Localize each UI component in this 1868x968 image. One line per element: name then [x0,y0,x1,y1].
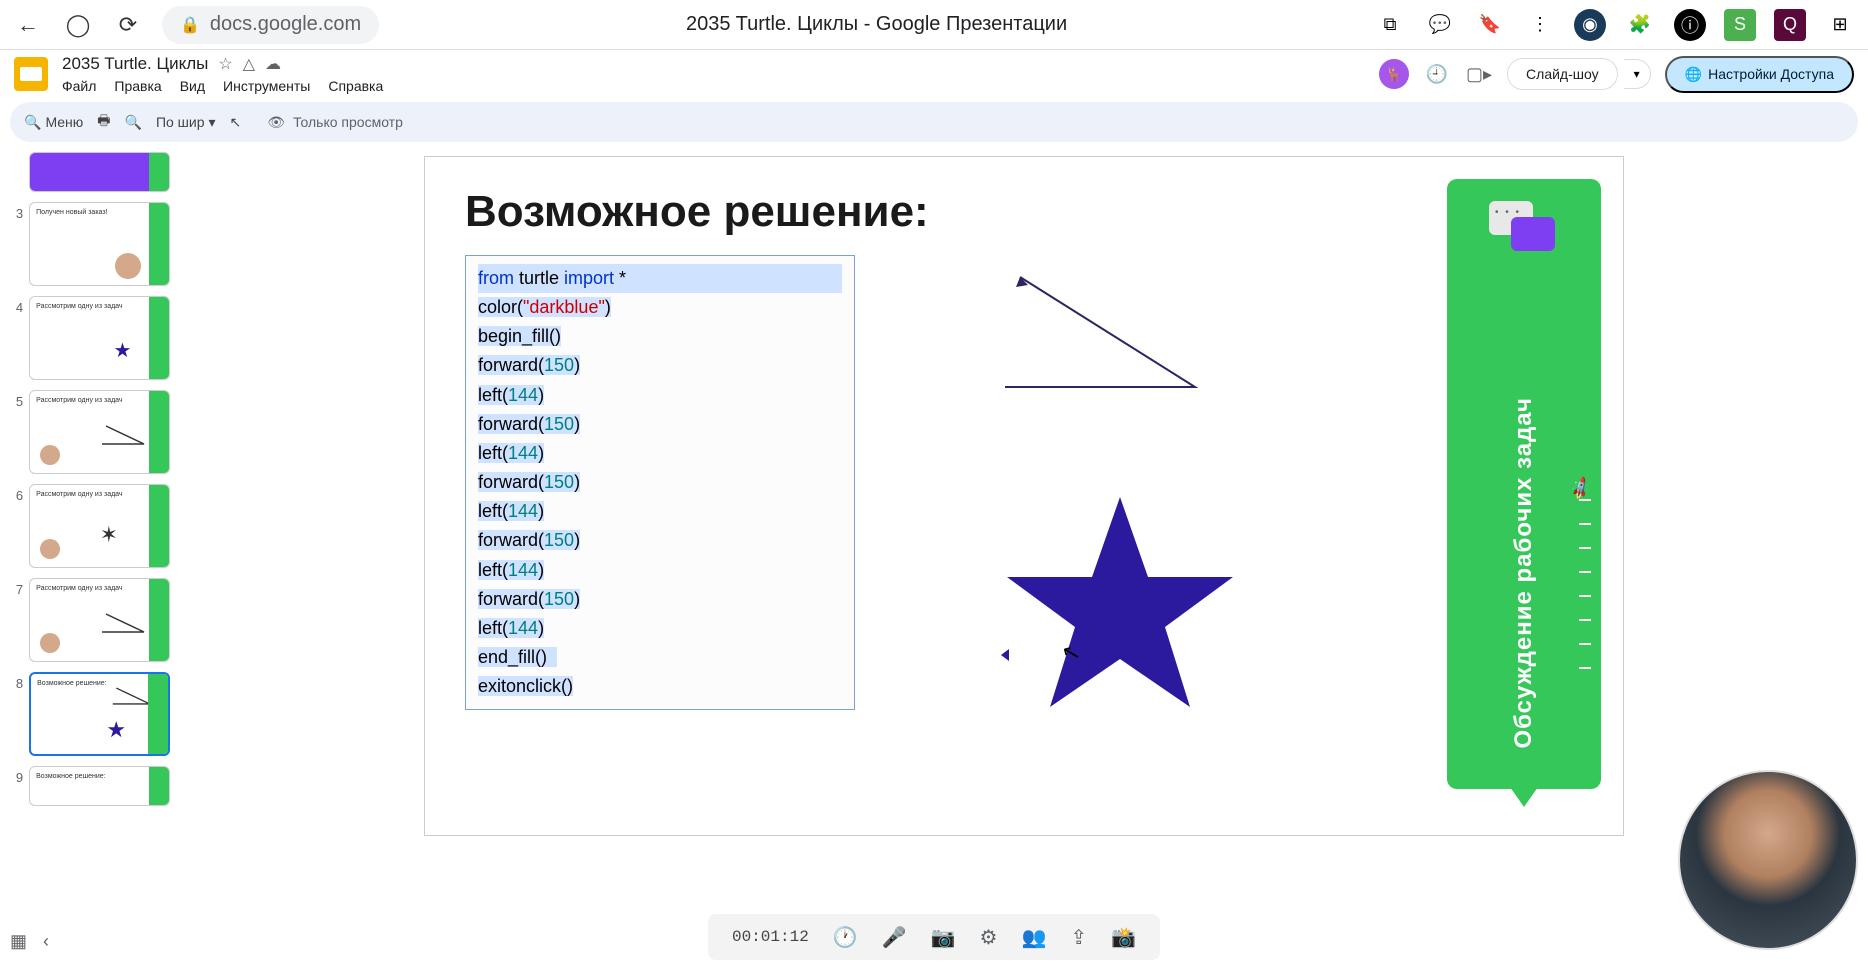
thumb-number: 5 [10,390,23,409]
clock-icon[interactable]: 🕐 [833,925,858,950]
thumb-number: 6 [10,484,23,503]
grid-view-icon[interactable]: ▦ [10,931,27,952]
browser-toolbar: ← ◯ ⟳ 🔒 docs.google.com 2035 Turtle. Цик… [0,0,1868,50]
thumb-number: 7 [10,578,23,597]
slide: Возможное решение: from turtle import * … [424,156,1624,836]
thumb-number: 9 [10,766,23,785]
address-bar[interactable]: 🔒 docs.google.com [162,6,379,44]
app-header: 2035 Turtle. Циклы ☆ △ ☁ Файл Правка Вид… [0,50,1868,98]
side-panel: 🚀 Обсуждение рабочих задач [1447,179,1601,789]
reload-button[interactable]: ⟳ [112,9,144,41]
star-shape [995,487,1245,717]
participants-icon[interactable]: 👥 [1021,925,1046,950]
webcam-preview[interactable] [1678,770,1858,950]
menu-help[interactable]: Справка [328,78,383,94]
collaborator-avatar[interactable]: 🦌 [1379,59,1409,89]
menu-tools[interactable]: Инструменты [223,78,310,94]
cloud-saved-icon: ☁ [265,54,281,74]
secondary-toolbar: 🔍 Меню 🖶 🔍 По шир ▾ ↖ 👁 Только просмотр [10,102,1858,142]
panel-caption: Обсуждение рабочих задач [1510,397,1539,749]
slide-thumb-7[interactable]: Рассмотрим одну из задач [29,578,170,662]
bookmark-icon[interactable]: 🔖 [1474,9,1506,41]
slideshow-dropdown[interactable]: ▾ [1624,59,1651,89]
menu-bar: Файл Правка Вид Инструменты Справка [62,78,383,94]
more-icon[interactable]: ⋮ [1524,9,1556,41]
extension-2-icon[interactable]: 🧩 [1624,9,1656,41]
angle-diagram [990,257,1210,407]
eye-icon: 👁 [267,114,285,131]
extension-5-icon[interactable]: Q [1774,9,1806,41]
yandex-home-button[interactable]: ◯ [62,9,94,41]
extension-3-icon[interactable]: ⓘ [1674,9,1706,41]
zoom-icon[interactable]: 🔍 [125,114,142,131]
ruler-decoration [1579,499,1595,759]
url-text: docs.google.com [210,13,361,36]
star-outline-icon[interactable]: ☆ [218,54,232,74]
collapse-icon[interactable]: ‹ [43,931,49,952]
history-icon[interactable]: 🕘 [1423,60,1451,88]
lock-icon: 🔒 [180,15,200,35]
conference-toolbar: 00:01:12 🕐 🎤 📷 ⚙ 👥 ⇪ 📸 [708,914,1160,960]
slide-thumb-2[interactable] [29,152,170,192]
mic-icon[interactable]: 🎤 [882,925,907,950]
pointer-icon[interactable]: ↖ [230,114,242,131]
print-icon[interactable]: 🖶 [97,110,110,134]
main-area: 3 Получен новый заказ! 4 Рассмотрим одну… [0,146,1868,968]
share-button[interactable]: 🌐 Настройки Доступа [1665,56,1854,93]
slide-thumb-4[interactable]: Рассмотрим одну из задач ★ [29,296,170,380]
comment-icon[interactable]: 💬 [1424,9,1456,41]
search-menu[interactable]: 🔍 Меню [24,114,83,131]
slide-title: Возможное решение: [465,187,1583,237]
thumbnail-panel[interactable]: 3 Получен новый заказ! 4 Рассмотрим одну… [0,146,180,968]
present-camera-icon[interactable]: ▢▸ [1465,60,1493,88]
menu-view[interactable]: Вид [180,78,205,94]
globe-icon: 🌐 [1685,66,1702,83]
back-button[interactable]: ← [12,9,44,41]
slide-thumb-9[interactable]: Возможное решение: [29,766,170,806]
thumb-number: 3 [10,202,23,221]
move-icon[interactable]: △ [243,54,255,74]
extension-1-icon[interactable]: ◉ [1574,9,1606,41]
camera-off-icon[interactable]: 📷 [931,925,956,950]
browser-right-icons: ⧉ 💬 🔖 ⋮ ◉ 🧩 ⓘ S Q ⊞ [1374,9,1856,41]
thumb-number: 4 [10,296,23,315]
slide-thumb-5[interactable]: Рассмотрим одну из задач [29,390,170,474]
extensions-menu-icon[interactable]: ⊞ [1824,9,1856,41]
snapshot-icon[interactable]: 📸 [1111,925,1136,950]
extension-4-icon[interactable]: S [1724,9,1756,41]
slide-canvas-area[interactable]: Возможное решение: from turtle import * … [180,146,1868,968]
menu-file[interactable]: Файл [62,78,96,94]
menu-edit[interactable]: Правка [114,78,161,94]
code-block: from turtle import * color("darkblue") b… [465,255,855,710]
slides-logo-icon[interactable] [14,57,48,91]
zoom-fit-dropdown[interactable]: По шир ▾ [156,114,216,131]
slide-thumb-6[interactable]: Рассмотрим одну из задач ✶ [29,484,170,568]
share-screen-icon[interactable]: ⇪ [1070,925,1087,950]
view-only-badge: 👁 Только просмотр [255,110,415,135]
settings-icon[interactable]: ⚙ [980,925,998,950]
thumb-number: 8 [10,672,23,691]
slide-thumb-8[interactable]: Возможное решение: ★ [29,672,170,756]
document-title[interactable]: 2035 Turtle. Циклы [62,54,208,74]
slideshow-button[interactable]: Слайд-шоу [1507,58,1618,90]
chat-icon [1489,201,1559,251]
call-timer: 00:01:12 [732,928,809,946]
tab-title: 2035 Turtle. Циклы - Google Презентации [397,13,1356,36]
copy-icon[interactable]: ⧉ [1374,9,1406,41]
slide-thumb-3[interactable]: Получен новый заказ! [29,202,170,286]
